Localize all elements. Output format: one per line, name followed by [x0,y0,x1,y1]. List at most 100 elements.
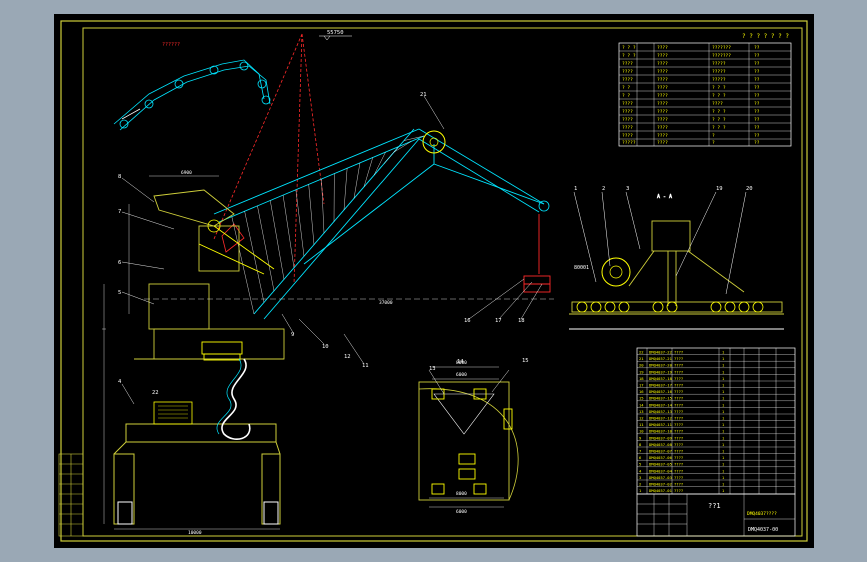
svg-text:17: 17 [639,383,644,388]
svg-text:??: ?? [754,53,760,59]
svg-text:10: 10 [639,429,644,434]
cad-drawing: ? ? ? ? ? ? ? ? ? ?????????????? ? ? ???… [58,20,808,542]
svg-text:DMQ4037-12: DMQ4037-12 [649,416,672,421]
svg-text:????: ???? [674,462,683,467]
svg-text:??: ?? [754,140,760,146]
svg-text:1: 1 [722,462,725,467]
svg-text:????: ???? [674,488,683,493]
svg-text:16: 16 [639,389,644,394]
svg-text:14: 14 [639,402,644,407]
part-number-short: DMQ4037???? [747,511,777,517]
svg-text:1: 1 [639,488,642,493]
svg-text:? ? ?: ? ? ? [712,93,726,99]
svg-text:? ?: ? ? [622,85,630,91]
dim-boom-reach: 37000 [379,300,393,306]
balloon-10: 10 [322,344,329,350]
svg-text:DMQ4037-22: DMQ4037-22 [649,350,672,355]
svg-text:1: 1 [722,396,725,401]
svg-text:??: ?? [754,109,760,115]
svg-text:????: ???? [657,125,668,131]
svg-text:?: ? [712,140,715,146]
svg-text:????: ???? [674,356,683,361]
svg-text:DMQ4037-16: DMQ4037-16 [649,389,673,394]
balloon-5: 5 [118,290,121,296]
title-cell: ??1 [708,502,721,510]
svg-text:??: ?? [754,117,760,123]
param-table-title: ? ? ? ? ? ? ? [742,33,789,40]
svg-text:???????: ??????? [712,53,731,59]
svg-text:??: ?? [754,101,760,107]
svg-text:6: 6 [639,455,642,460]
svg-text:DMQ4037-07: DMQ4037-07 [649,449,672,454]
svg-text:? ? ?: ? ? ? [712,125,726,131]
svg-text:????: ???? [622,109,633,115]
svg-text:????: ???? [657,45,668,51]
svg-text:2: 2 [639,482,641,487]
svg-text:1: 1 [722,475,725,480]
svg-text:DMQ4037-04: DMQ4037-04 [649,468,673,473]
svg-text:1: 1 [722,389,725,394]
svg-text:1: 1 [722,429,725,434]
svg-text:DMQ4037-09: DMQ4037-09 [649,435,673,440]
svg-text:DMQ4037-11: DMQ4037-11 [649,422,673,427]
svg-text:1: 1 [722,369,725,374]
svg-text:1: 1 [722,488,725,493]
svg-text:? ? ?: ? ? ? [712,109,726,115]
svg-text:?????: ????? [712,69,726,75]
svg-text:1: 1 [722,468,725,473]
elevation-top: 55750 [327,30,344,36]
svg-text:DMQ4037-02: DMQ4037-02 [649,482,672,487]
svg-text:20: 20 [639,363,644,368]
balloon-2: 2 [602,186,605,192]
svg-text:1: 1 [722,455,725,460]
svg-text:?????: ????? [622,140,636,146]
balloon-19: 19 [716,186,723,192]
svg-text:22: 22 [639,350,644,355]
balloon-9: 9 [291,332,294,338]
svg-text:????: ???? [657,77,668,83]
spiral-stair [221,358,251,440]
svg-text:????: ???? [674,383,683,388]
dim-span-b: 6000 [456,372,467,378]
svg-text:1: 1 [722,422,725,427]
svg-text:????: ???? [657,140,668,146]
svg-text:DMQ4037-08: DMQ4037-08 [649,442,673,447]
tower [134,283,285,361]
svg-text:1: 1 [722,409,725,414]
svg-text:? ? ?: ? ? ? [712,117,726,123]
svg-text:?????: ????? [712,61,726,67]
side-view: A - A [569,191,784,330]
svg-text:DMQ4037-21: DMQ4037-21 [649,356,673,361]
svg-text:????: ???? [674,363,683,368]
balloon-12: 12 [344,354,351,360]
svg-text:??: ?? [754,69,760,75]
svg-text:????: ???? [622,61,633,67]
svg-text:????: ???? [674,422,683,427]
balloon-3: 3 [626,186,629,192]
luffing-envelope [213,33,325,285]
svg-text:DMQ4037-06: DMQ4037-06 [649,455,673,460]
svg-text:????: ???? [622,77,633,83]
dim-counterweight: 6900 [181,170,192,176]
svg-text:????: ???? [674,376,683,381]
title-block: ??1 DMQ4037???? DMQ4037-00 [636,493,796,537]
svg-text:DMQ4037-18: DMQ4037-18 [649,376,673,381]
svg-text:1: 1 [722,356,725,361]
svg-text:????: ???? [622,133,633,139]
svg-text:????: ???? [674,402,683,407]
svg-text:??: ?? [754,133,760,139]
svg-text:11: 11 [639,422,644,427]
balloon-8: 8 [118,174,121,180]
svg-text:????: ???? [674,435,683,440]
grab-hook [523,214,551,293]
svg-text:DMQ4037-19: DMQ4037-19 [649,369,673,374]
svg-text:??: ?? [754,125,760,131]
svg-text:??: ?? [754,45,760,51]
svg-text:????: ???? [657,53,668,59]
svg-text:DMQ4037-17: DMQ4037-17 [649,383,672,388]
svg-text:????: ???? [657,69,668,75]
svg-text:????: ???? [657,61,668,67]
svg-text:????: ???? [622,69,633,75]
svg-text:1: 1 [722,416,725,421]
svg-text:????: ???? [674,409,683,414]
